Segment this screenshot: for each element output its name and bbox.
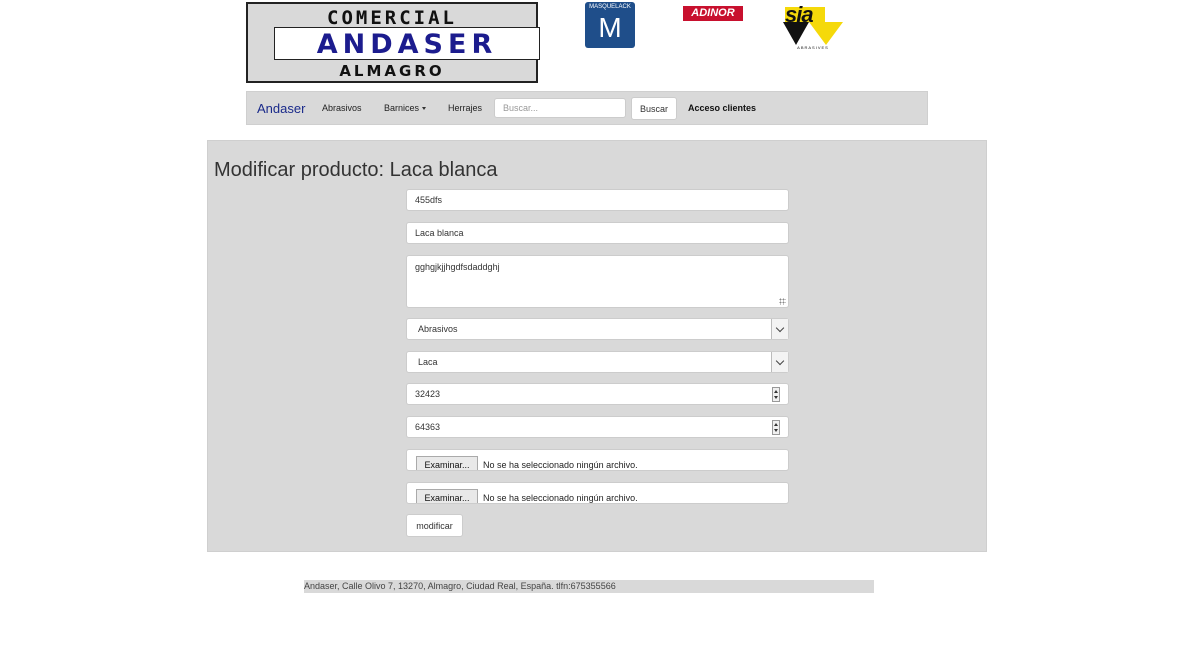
- subcategory-select-value: Laca: [418, 357, 438, 367]
- masquelack-logo-letter: M: [598, 12, 622, 43]
- nav-item-abrasivos[interactable]: Abrasivos: [322, 103, 362, 113]
- subcategory-select[interactable]: Laca: [406, 351, 789, 373]
- number-input-1[interactable]: 32423: [406, 383, 789, 405]
- spinner-icon[interactable]: [772, 420, 780, 435]
- footer-address: Andaser, Calle Olivo 7, 13270, Almagro, …: [304, 580, 874, 593]
- code-input[interactable]: 455dfs: [406, 189, 789, 211]
- sia-logo-word: sia: [785, 2, 814, 27]
- logo-box: ANDASER: [274, 27, 540, 60]
- edit-product-panel: Modificar producto: Laca blanca 455dfs L…: [207, 140, 987, 552]
- description-textarea[interactable]: gghgjkjjhgdfsdaddghj: [406, 255, 789, 308]
- name-input[interactable]: Laca blanca: [406, 222, 789, 244]
- andaser-logo: COMERCIAL ANDASER ALMAGRO: [246, 2, 540, 83]
- client-access-link[interactable]: Acceso clientes: [688, 103, 756, 113]
- caret-down-icon: [422, 107, 427, 111]
- category-select-value: Abrasivos: [418, 324, 458, 334]
- chevron-down-icon[interactable]: [771, 352, 788, 372]
- sia-logo-subtext: ABRASIVES: [797, 45, 829, 50]
- description-text: gghgjkjjhgdfsdaddghj: [415, 262, 500, 272]
- masquelack-logo: MASQUELACK M: [585, 2, 635, 48]
- browse-button[interactable]: Examinar...: [416, 456, 478, 470]
- file-input-2[interactable]: Examinar... No se ha seleccionado ningún…: [406, 482, 789, 504]
- masquelack-logo-text: MASQUELACK: [589, 4, 631, 10]
- file-input-1[interactable]: Examinar... No se ha seleccionado ningún…: [406, 449, 789, 471]
- file-status-text: No se ha seleccionado ningún archivo.: [483, 493, 638, 503]
- adinor-logo: ADINOR SL: [683, 6, 743, 34]
- nav-item-herrajes[interactable]: Herrajes: [448, 103, 482, 113]
- logo-line-comercial: COMERCIAL: [327, 7, 457, 29]
- category-select[interactable]: Abrasivos: [406, 318, 789, 340]
- search-button[interactable]: Buscar: [631, 97, 677, 120]
- search-input[interactable]: [494, 98, 626, 118]
- nav-item-barnices[interactable]: Barnices: [384, 103, 427, 113]
- logo-line-almagro: ALMAGRO: [339, 62, 445, 80]
- sia-logo: sia ABRASIVES: [783, 2, 843, 52]
- browse-button[interactable]: Examinar...: [416, 489, 478, 503]
- number-input-2[interactable]: 64363: [406, 416, 789, 438]
- modify-button[interactable]: modificar: [406, 514, 463, 537]
- resize-grip-icon[interactable]: [779, 298, 786, 305]
- number-input-1-value: 32423: [415, 389, 441, 399]
- navbar-brand[interactable]: Andaser: [257, 101, 305, 116]
- number-input-2-value: 64363: [415, 422, 441, 432]
- page-title: Modificar producto: Laca blanca: [214, 159, 498, 181]
- chevron-down-icon[interactable]: [771, 319, 788, 339]
- nav-item-barnices-label: Barnices: [384, 103, 420, 113]
- logo-line-andaser: ANDASER: [316, 29, 498, 60]
- navbar: Andaser Abrasivos Barnices Herrajes Busc…: [246, 91, 928, 125]
- adinor-logo-text: ADINOR SL: [691, 7, 735, 34]
- file-status-text: No se ha seleccionado ningún archivo.: [483, 460, 638, 470]
- spinner-icon[interactable]: [772, 387, 780, 402]
